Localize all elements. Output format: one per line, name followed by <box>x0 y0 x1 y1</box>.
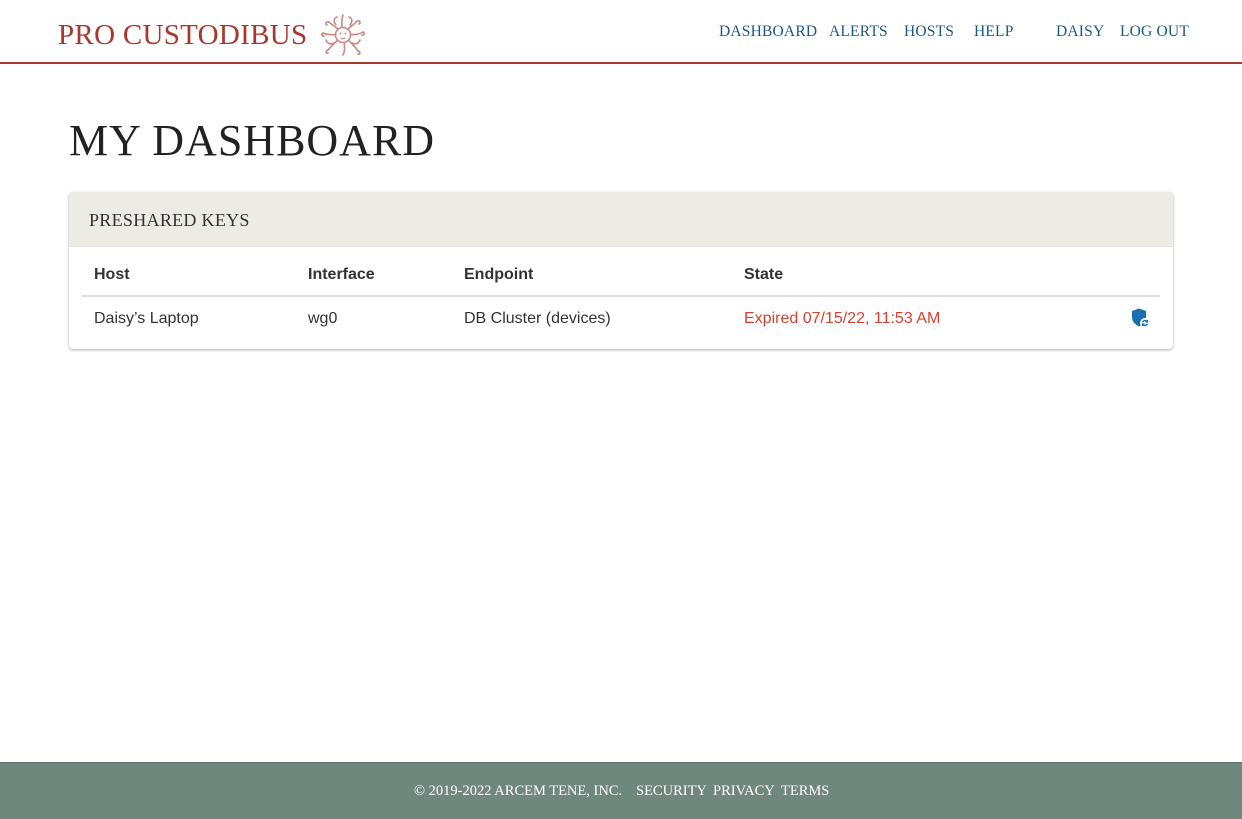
shield-rotate-icon <box>1132 308 1150 328</box>
column-header-host[interactable]: Host <box>94 265 130 285</box>
nav-hosts-link[interactable]: HOSTS <box>904 22 954 42</box>
brand-home-link[interactable]: PRO CUSTODIBUS <box>58 12 367 58</box>
nav-logout-link[interactable]: LOG OUT <box>1120 22 1189 42</box>
table-header-row: Host Interface Endpoint State <box>82 247 1160 297</box>
nav-help-link[interactable]: HELP <box>974 22 1014 42</box>
column-header-endpoint[interactable]: Endpoint <box>464 265 533 285</box>
nav-alerts-link[interactable]: ALERTS <box>829 22 888 42</box>
card-title: PRESHARED KEYS <box>89 210 250 230</box>
footer: © 2019-2022 ARCEM TENE, INC. SECURITY PR… <box>0 762 1242 819</box>
interface-cell[interactable]: wg0 <box>308 309 337 329</box>
nav-user-link[interactable]: DAISY <box>1056 22 1104 42</box>
footer-privacy-link[interactable]: PRIVACY <box>713 782 775 800</box>
state-cell: Expired 07/15/22, 11:53 AM <box>744 310 941 327</box>
preshared-keys-card: PRESHARED KEYS Host Interface Endpoint S… <box>69 192 1173 349</box>
nav-dashboard-link[interactable]: DASHBOARD <box>719 22 817 42</box>
medusa-logo-icon <box>321 14 366 56</box>
copyright-text: © 2019-2022 ARCEM TENE, INC. <box>414 783 623 799</box>
column-header-interface[interactable]: Interface <box>308 265 375 285</box>
preshared-keys-table: Host Interface Endpoint State Daisy’s La… <box>82 247 1160 347</box>
host-cell[interactable]: Daisy’s Laptop <box>94 309 199 329</box>
page-title: MY DASHBOARD <box>69 116 436 165</box>
column-header-state[interactable]: State <box>744 265 783 285</box>
endpoint-cell[interactable]: DB Cluster (devices) <box>464 309 611 329</box>
footer-security-link[interactable]: SECURITY <box>636 782 707 800</box>
table-row: Daisy’s Laptop wg0 DB Cluster (devices) … <box>82 297 1160 347</box>
footer-terms-link[interactable]: TERMS <box>781 782 829 800</box>
top-navbar: PRO CUSTODIBUS DASHBOARD ALERTS HOSTS HE… <box>0 0 1242 64</box>
card-header: PRESHARED KEYS <box>69 192 1173 247</box>
rotate-key-button[interactable] <box>1128 306 1152 330</box>
brand-name: PRO CUSTODIBUS <box>58 19 308 51</box>
